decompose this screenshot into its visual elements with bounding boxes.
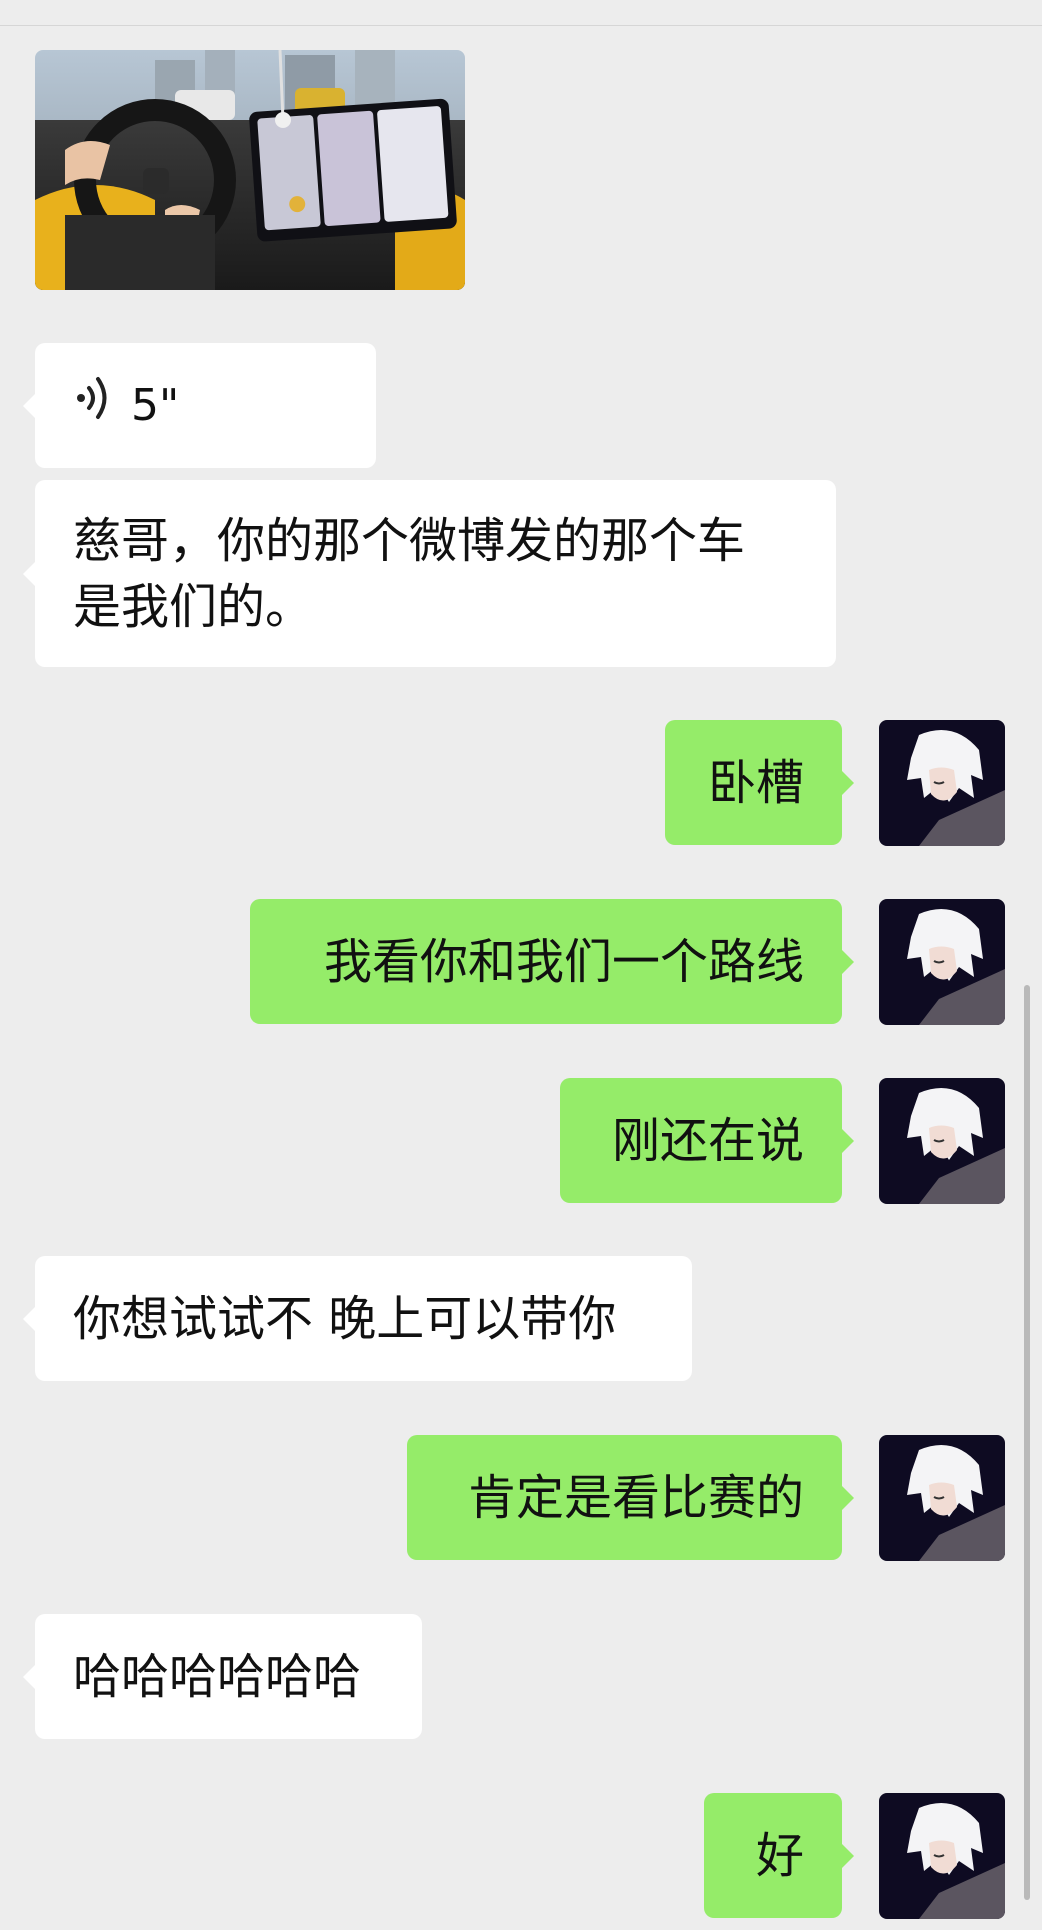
message-text: 卧槽 [707,754,804,811]
avatar[interactable] [879,1793,1005,1919]
message-text-line: 慈哥，你的那个微博发的那个车 [73,512,746,569]
text-message-bubble[interactable]: 肯定是看比赛的 [407,1435,854,1560]
bubble-tail [23,561,35,586]
top-divider [0,25,1042,26]
avatar[interactable] [879,720,1005,846]
bubble-tail [842,949,854,974]
message-text: 我看你和我们一个路线 [323,933,804,990]
avatar-icon [879,1435,1005,1561]
avatar[interactable] [879,899,1005,1025]
avatar[interactable] [879,1078,1005,1204]
bubble-tail [842,1128,854,1153]
message-text: 哈哈哈哈哈哈 [73,1648,362,1705]
message-text: 你想试试不 晚上可以带你 [73,1290,617,1347]
text-message-bubble[interactable]: 我看你和我们一个路线 [250,899,854,1024]
bubble-tail [23,1306,35,1331]
text-message-bubble[interactable]: 刚还在说 [560,1078,854,1203]
message-text: 好 [755,1827,804,1884]
message-text-line: 是我们的。 [73,578,314,635]
voice-wave-icon [73,373,113,439]
avatar[interactable] [879,1435,1005,1561]
text-message-bubble[interactable]: 好 [704,1793,854,1918]
image-message[interactable] [35,50,465,290]
avatar-icon [879,720,1005,846]
car-interior-photo [35,50,465,290]
bubble-tail [842,1843,854,1868]
voice-duration: 5" [131,379,180,431]
bubble-tail [23,1664,35,1689]
scrollbar[interactable] [1024,985,1030,1900]
bubble-tail [842,1485,854,1510]
message-text: 刚还在说 [611,1112,804,1169]
text-message-bubble[interactable]: 卧槽 [665,720,854,845]
message-text: 肯定是看比赛的 [467,1469,804,1526]
text-message-bubble[interactable]: 慈哥，你的那个微博发的那个车 是我们的。 [23,480,836,667]
avatar-icon [879,1793,1005,1919]
avatar-icon [879,1078,1005,1204]
text-message-bubble[interactable]: 你想试试不 晚上可以带你 [23,1256,692,1381]
voice-message-bubble[interactable]: 5" [23,343,376,468]
text-message-bubble[interactable]: 哈哈哈哈哈哈 [23,1614,422,1739]
bubble-tail [23,393,35,418]
bubble-tail [842,770,854,795]
avatar-icon [879,899,1005,1025]
